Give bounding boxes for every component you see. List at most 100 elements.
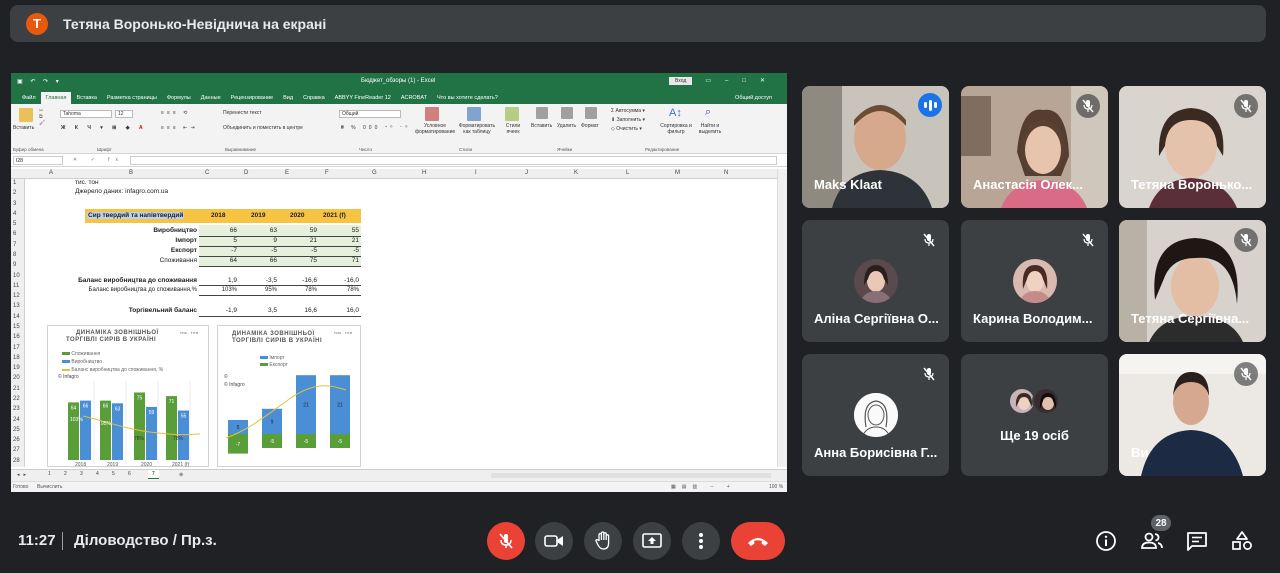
- raise-hand-button[interactable]: [584, 522, 622, 560]
- sheet-nav-arrows[interactable]: ◂▸: [17, 472, 30, 478]
- present-screen-button[interactable]: [633, 522, 671, 560]
- meeting-details-button[interactable]: [1093, 528, 1119, 554]
- align-bottom-icons[interactable]: ≡≡≡ ⇤⇥: [161, 125, 198, 131]
- row-header[interactable]: 23: [13, 406, 20, 412]
- participant-tile[interactable]: Анастасія Олек...: [961, 86, 1108, 208]
- status-calculate[interactable]: Вычислить: [37, 484, 62, 490]
- conditional-format-icon[interactable]: [425, 107, 439, 121]
- delete-cells-button[interactable]: Удалить: [557, 123, 576, 129]
- autosum-button[interactable]: Σ Автосумма ▾: [611, 108, 645, 114]
- find-select-button[interactable]: Найти и выделить: [695, 123, 725, 135]
- sheet-tab-active[interactable]: 7: [148, 470, 159, 479]
- row-header[interactable]: 16: [13, 334, 20, 340]
- row-header[interactable]: 25: [13, 427, 20, 433]
- merge-center-button[interactable]: Объединить и поместить в центре: [223, 125, 303, 131]
- format-as-table-button[interactable]: Форматировать как таблицу: [457, 123, 497, 135]
- row-header[interactable]: 28: [13, 458, 20, 464]
- find-select-icon[interactable]: ⌕: [705, 106, 711, 119]
- row-header[interactable]: 11: [13, 283, 19, 289]
- column-header[interactable]: G: [372, 170, 377, 176]
- row-header[interactable]: 14: [13, 314, 20, 320]
- row-header[interactable]: 26: [13, 437, 20, 443]
- more-options-button[interactable]: [682, 522, 720, 560]
- participants-button[interactable]: [1139, 528, 1165, 554]
- sheet-tab[interactable]: 2: [61, 471, 70, 477]
- cut-copy-icons[interactable]: ✂ ⧉ 🖌: [39, 108, 45, 126]
- sheet-grid[interactable]: тис. тон Джерело даних: infagro.com.ua С…: [25, 179, 777, 468]
- chart-production-consumption[interactable]: ДИНАМІКА ЗОВНІШНЬОЇ ТОРГІВЛІ СИРІВ В УКР…: [47, 325, 209, 468]
- font-size-select[interactable]: 12: [115, 110, 133, 118]
- column-header[interactable]: H: [422, 170, 426, 176]
- row-header[interactable]: 4: [13, 211, 16, 217]
- row-header[interactable]: 9: [13, 262, 16, 268]
- quick-access-icons[interactable]: ▣ ↶ ↷ ▾: [17, 78, 62, 85]
- clear-button[interactable]: ◇ Очистить ▾: [611, 126, 642, 132]
- participant-tile[interactable]: Maks Klaat: [802, 86, 949, 208]
- row-header[interactable]: 22: [13, 396, 20, 402]
- column-header[interactable]: L: [626, 170, 629, 176]
- column-header[interactable]: I: [475, 170, 477, 176]
- row-header[interactable]: 5: [13, 221, 16, 227]
- tab-abbyy[interactable]: ABBYY FineReader 12: [330, 95, 396, 104]
- participant-tile[interactable]: Анна Борисівна Г...: [802, 354, 949, 476]
- column-header[interactable]: K: [574, 170, 578, 176]
- format-cells-icon[interactable]: [585, 107, 597, 119]
- participant-tile[interactable]: Ви: [1119, 354, 1266, 476]
- row-header[interactable]: 18: [13, 355, 20, 361]
- format-cells-button[interactable]: Формат: [581, 123, 599, 129]
- row-header[interactable]: 1: [13, 180, 16, 186]
- tab-data[interactable]: Данные: [196, 95, 226, 104]
- formula-icons[interactable]: ✕ ✓ fx: [73, 157, 124, 163]
- row-header[interactable]: 7: [13, 242, 16, 248]
- tell-me-search[interactable]: Что вы хотите сделать?: [432, 95, 503, 104]
- column-header[interactable]: N: [724, 170, 728, 176]
- name-box[interactable]: I28: [13, 155, 63, 165]
- tab-page-layout[interactable]: Разметка страницы: [102, 95, 162, 104]
- sort-filter-button[interactable]: Сортировка и фильтр: [659, 123, 693, 135]
- formula-input[interactable]: [130, 155, 777, 165]
- tab-insert[interactable]: Вставка: [71, 95, 101, 104]
- others-tile[interactable]: Ще 19 осіб: [961, 354, 1108, 476]
- sheet-tab[interactable]: 4: [93, 471, 102, 477]
- share-button[interactable]: Общий доступ: [730, 95, 777, 104]
- cell-styles-button[interactable]: Стили ячеек: [501, 123, 525, 135]
- tab-formulas[interactable]: Формулы: [162, 95, 196, 104]
- tab-home[interactable]: Главная: [40, 92, 72, 104]
- view-buttons[interactable]: ▦▤▥ – +: [671, 484, 736, 490]
- row-header[interactable]: 10: [13, 273, 20, 279]
- column-header[interactable]: M: [675, 170, 680, 176]
- column-header[interactable]: E: [285, 170, 289, 176]
- column-header[interactable]: C: [205, 170, 209, 176]
- leave-call-button[interactable]: [731, 522, 785, 560]
- camera-toggle-button[interactable]: [535, 522, 573, 560]
- add-sheet-icon[interactable]: ⊕: [179, 472, 183, 478]
- cell-styles-icon[interactable]: [505, 107, 519, 121]
- row-header[interactable]: 6: [13, 231, 16, 237]
- row-header[interactable]: 27: [13, 447, 20, 453]
- sheet-tab[interactable]: 5: [109, 471, 118, 477]
- wrap-text-button[interactable]: Перенести текст: [223, 110, 262, 116]
- number-format-icons[interactable]: ₴ % 000 ⁺⁰ ⁻⁰: [341, 125, 410, 131]
- mic-toggle-button[interactable]: [487, 522, 525, 560]
- font-name-select[interactable]: Tahoma: [60, 110, 112, 118]
- activities-button[interactable]: [1229, 528, 1255, 554]
- format-table-icon[interactable]: [467, 107, 481, 121]
- sheet-tab[interactable]: 6: [125, 471, 134, 477]
- row-header[interactable]: 17: [13, 345, 20, 351]
- participant-tile[interactable]: Аліна Сергіївна О...: [802, 220, 949, 342]
- horizontal-scrollbar[interactable]: [491, 473, 771, 478]
- align-top-icons[interactable]: ≡≡≡ ⟲: [161, 110, 190, 116]
- row-header[interactable]: 15: [13, 324, 20, 330]
- login-button[interactable]: Вход: [669, 77, 693, 85]
- row-header[interactable]: 21: [13, 386, 20, 392]
- chart-import-export[interactable]: ДИНАМІКА ЗОВНІШНЬОЇ ТОРГІВЛІ СИРІВ В УКР…: [217, 325, 361, 467]
- paste-button[interactable]: Вставить: [13, 125, 34, 131]
- vertical-scrollbar[interactable]: [777, 169, 787, 467]
- sheet-tab[interactable]: 1: [45, 471, 54, 477]
- row-header[interactable]: 20: [13, 375, 20, 381]
- tab-acrobat[interactable]: ACROBAT: [396, 95, 432, 104]
- chat-button[interactable]: [1184, 528, 1210, 554]
- window-controls[interactable]: ▭–□✕: [705, 77, 779, 84]
- zoom-level[interactable]: 100 %: [769, 484, 783, 490]
- participant-tile[interactable]: Тетяна Воронько...: [1119, 86, 1266, 208]
